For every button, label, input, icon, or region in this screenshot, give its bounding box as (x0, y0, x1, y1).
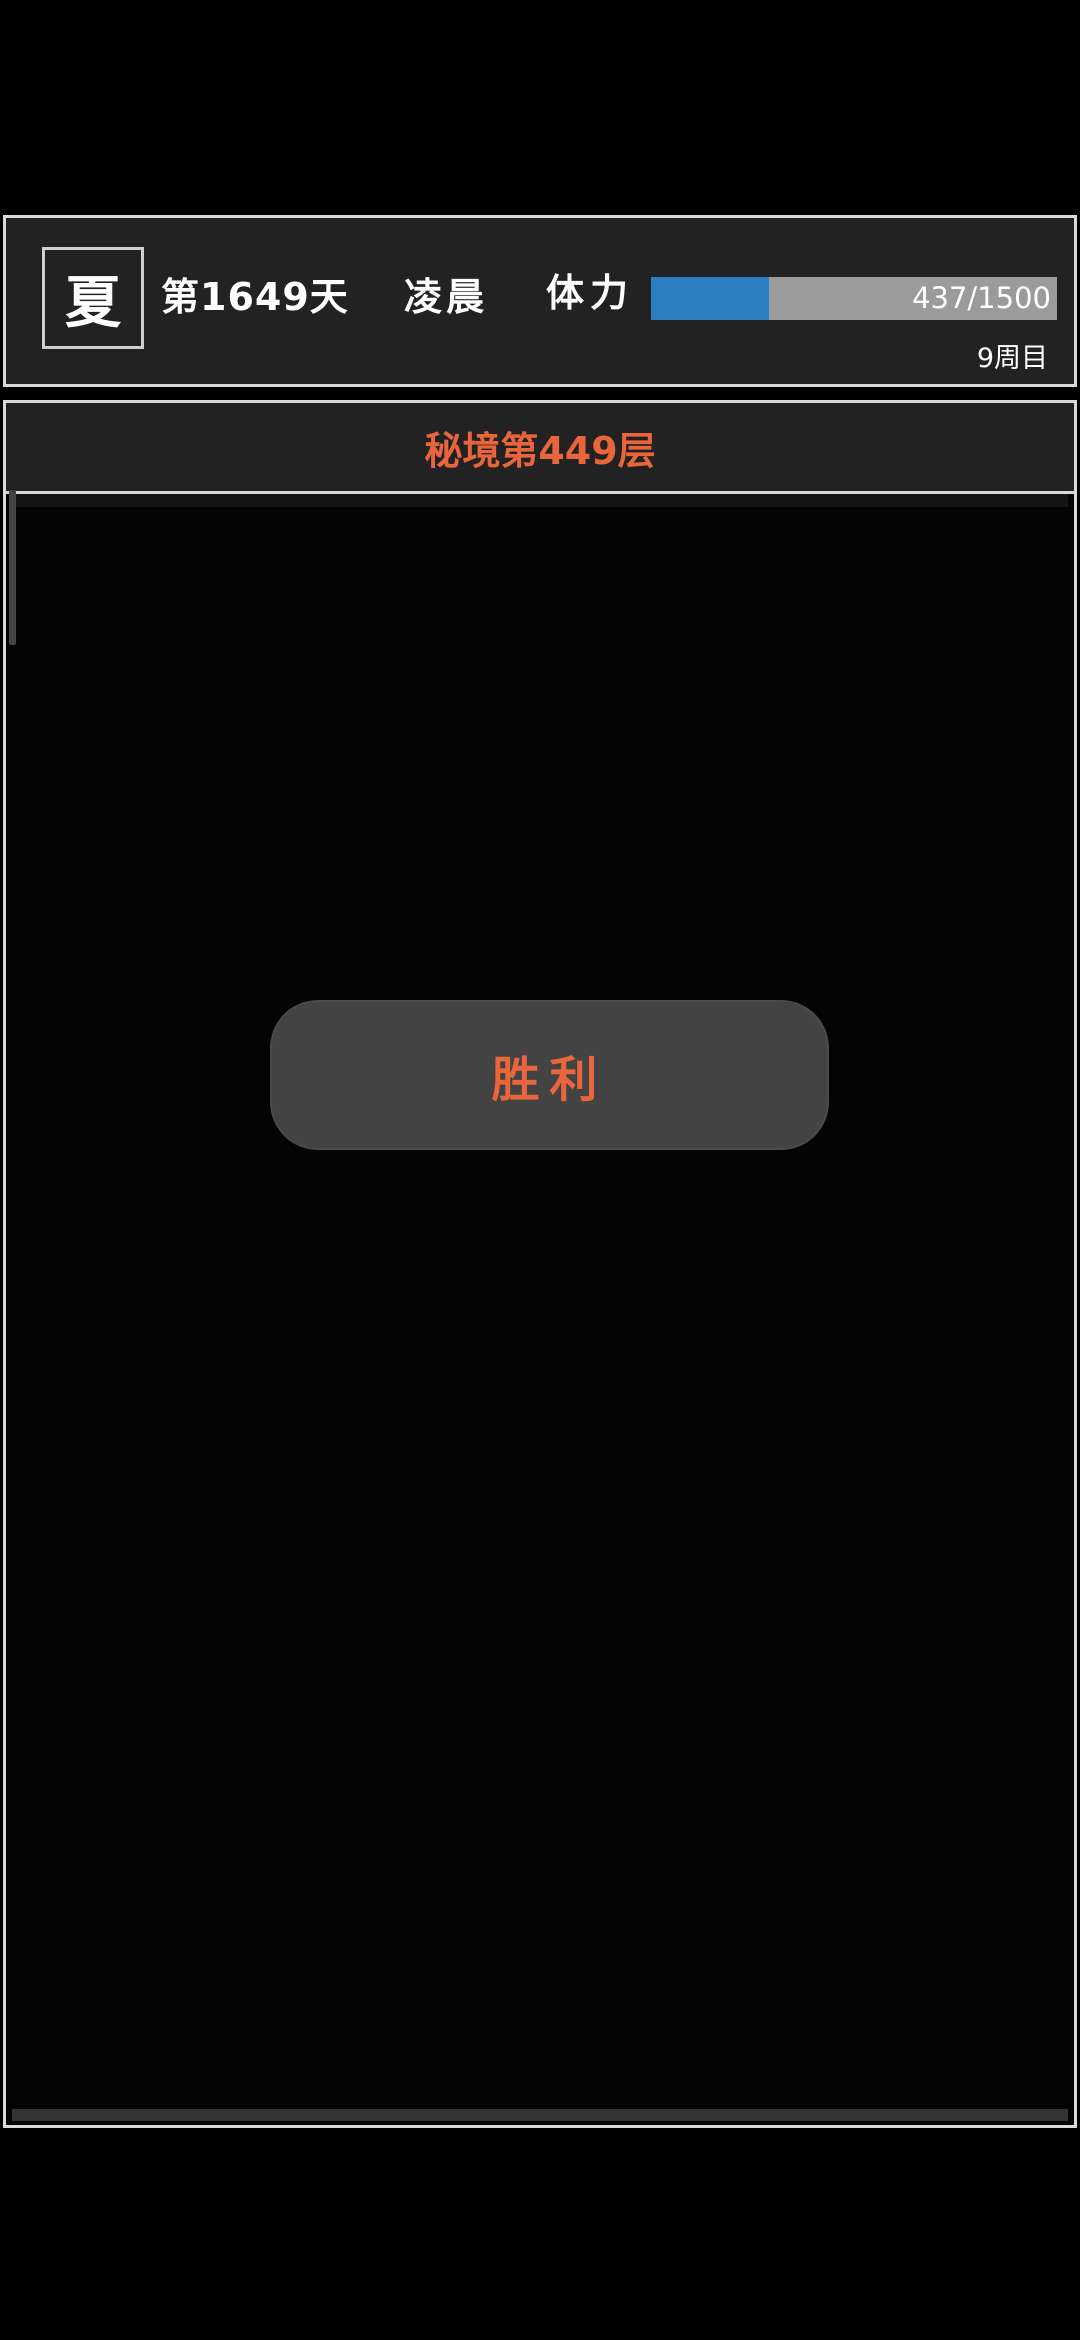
day-counter: 第1649天 (161, 275, 349, 319)
status-header: 夏 第1649天 凌晨 体力 437/1500 9周目 (3, 215, 1077, 387)
season-label: 夏 (65, 270, 121, 336)
stamina-label: 体力 (546, 271, 635, 315)
content-top-divider (12, 494, 1068, 507)
dungeon-panel: 秘境第449层 (3, 400, 1077, 2128)
victory-button[interactable]: 胜利 (270, 1000, 829, 1150)
stamina-bar: 437/1500 (651, 277, 1057, 320)
cycle-counter: 9周目 (976, 343, 1048, 374)
scrollbar-thumb[interactable] (9, 490, 16, 645)
season-badge: 夏 (42, 247, 144, 349)
victory-label: 胜利 (491, 1052, 608, 1108)
dungeon-title: 秘境第449层 (424, 428, 656, 473)
stamina-value: 437/1500 (912, 281, 1051, 315)
dungeon-title-bar: 秘境第449层 (6, 403, 1074, 494)
time-of-day: 凌晨 (404, 275, 489, 319)
stamina-bar-fill (651, 277, 770, 320)
content-bottom-divider (12, 2109, 1068, 2121)
